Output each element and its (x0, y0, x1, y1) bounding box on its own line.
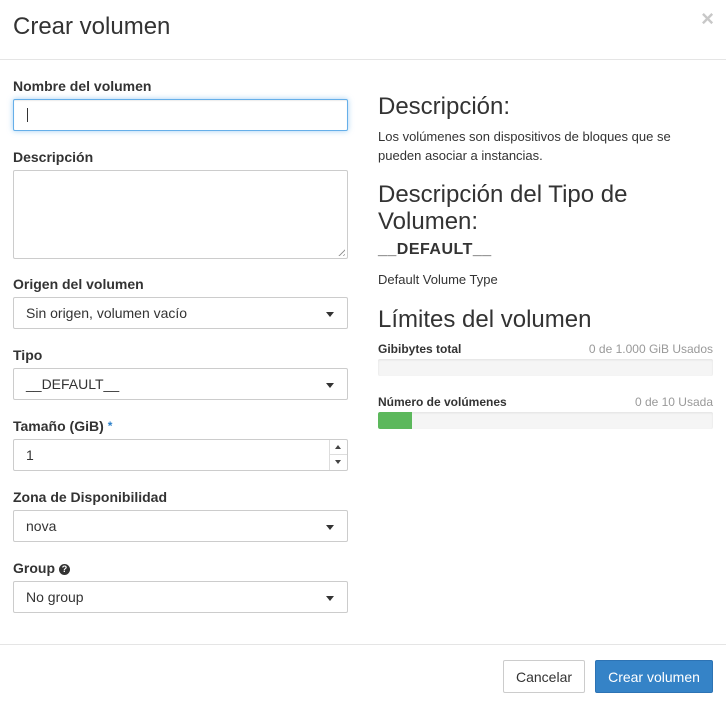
size-label: Tamaño (GiB) * (13, 417, 112, 435)
description-textarea[interactable] (13, 170, 348, 259)
volume-name-label: Nombre del volumen (13, 78, 152, 94)
description-heading: Descripción: (378, 93, 511, 120)
size-label-text: Tamaño (GiB) (13, 418, 104, 434)
volume-type-description: Default Volume Type (378, 272, 498, 287)
group-label-text: Group (13, 560, 55, 576)
required-marker: * (107, 419, 113, 433)
resize-grip-icon[interactable] (336, 247, 345, 256)
volume-source-select[interactable]: Sin origen, volumen vacío (13, 297, 348, 329)
group-value: No group (26, 589, 84, 605)
volume-type-select[interactable]: __DEFAULT__ (13, 368, 348, 400)
availability-zone-label: Zona de Disponibilidad (13, 489, 167, 505)
volume-source-label: Origen del volumen (13, 276, 144, 292)
chevron-down-icon (326, 383, 334, 388)
create-volume-button[interactable]: Crear volumen (595, 660, 713, 693)
text-caret (27, 108, 28, 122)
create-volume-modal: Crear volumen × Nombre del volumen Descr… (0, 0, 726, 707)
size-spinner (329, 440, 347, 470)
volume-limits-heading: Límites del volumen (378, 306, 592, 333)
chevron-down-icon (326, 525, 334, 530)
quota-gibibytes-value: 0 de 1.000 GiB Usados (588, 342, 713, 356)
arrow-up-icon[interactable] (330, 440, 347, 455)
size-number-input[interactable]: 1 (13, 439, 348, 471)
group-label: Group? (13, 559, 70, 577)
modal-header: Crear volumen × (0, 0, 726, 60)
help-icon[interactable]: ? (59, 564, 70, 575)
size-value: 1 (26, 447, 34, 463)
volume-source-value: Sin origen, volumen vacío (26, 305, 188, 321)
modal-title: Crear volumen (13, 13, 171, 40)
availability-zone-value: nova (26, 518, 57, 534)
quota-gibibytes-label: Gibibytes total (378, 342, 462, 356)
arrow-down-icon[interactable] (330, 455, 347, 470)
quota-volumes-progress (378, 412, 713, 429)
modal-footer: Cancelar Crear volumen (0, 644, 726, 707)
quota-volumes-value: 0 de 10 Usada (634, 395, 713, 409)
quota-volumes-label: Número de volúmenes (378, 395, 507, 409)
close-icon[interactable]: × (701, 8, 714, 30)
volume-type-name: __DEFAULT__ (378, 241, 492, 258)
volume-type-label: Tipo (13, 347, 43, 363)
quota-gibibytes-progress (378, 359, 713, 376)
description-label: Descripción (13, 149, 94, 165)
volume-name-input[interactable] (13, 99, 348, 131)
chevron-down-icon (326, 312, 334, 317)
volume-type-value: __DEFAULT__ (26, 376, 120, 392)
chevron-down-icon (326, 596, 334, 601)
cancel-button[interactable]: Cancelar (503, 660, 585, 693)
quota-volumes-fill (378, 412, 412, 429)
description-text: Los volúmenes son dispositivos de bloque… (378, 129, 671, 163)
availability-zone-select[interactable]: nova (13, 510, 348, 542)
volume-type-heading: Descripción del Tipo de Volumen: (378, 181, 628, 235)
group-select[interactable]: No group (13, 581, 348, 613)
